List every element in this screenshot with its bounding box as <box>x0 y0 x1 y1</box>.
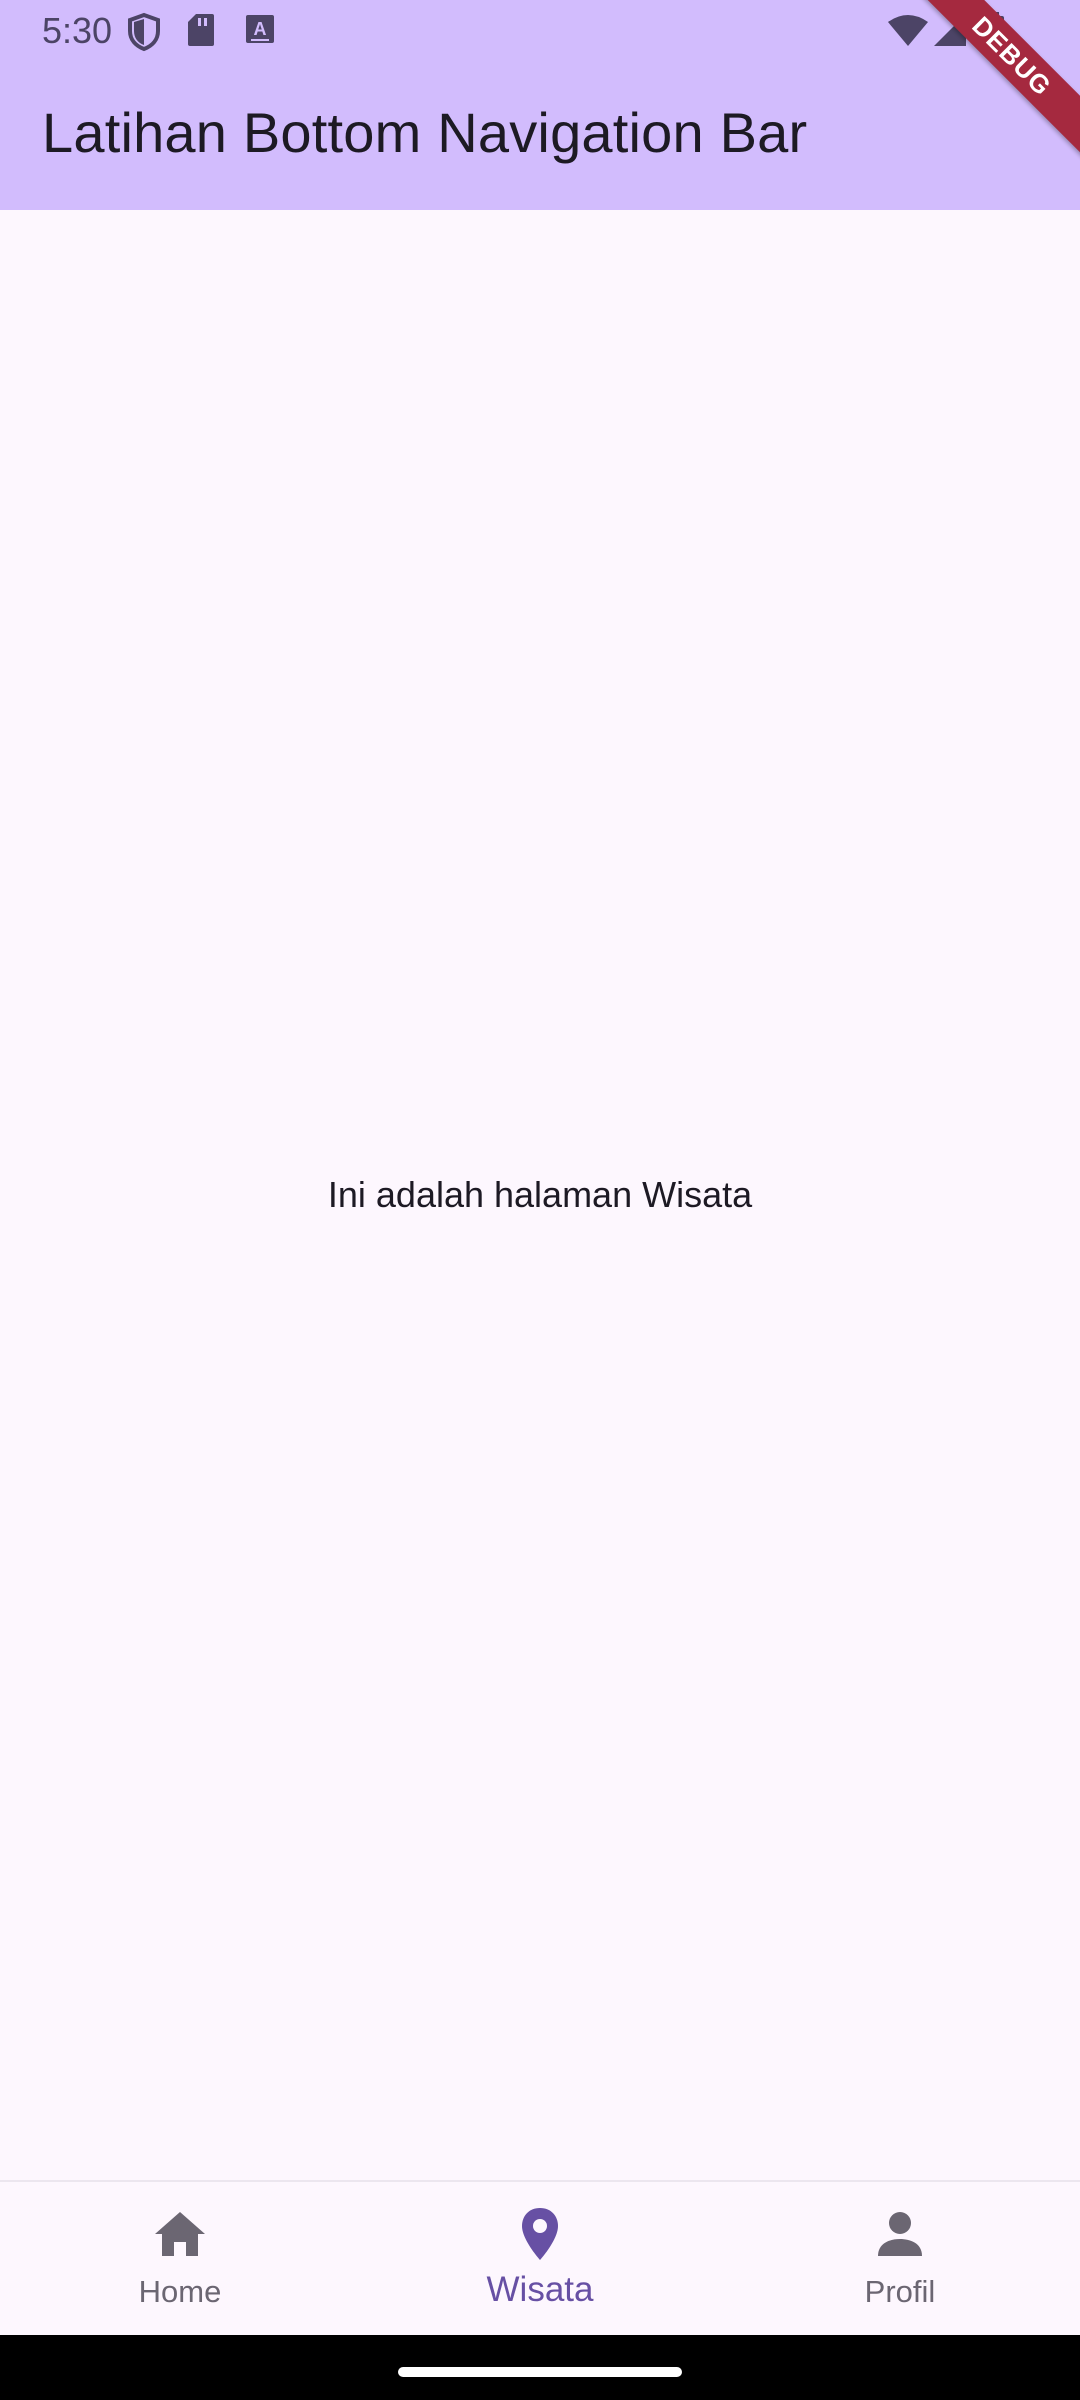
nav-item-profil[interactable]: Profil <box>720 2182 1080 2335</box>
status-time: 5:30 <box>42 10 113 51</box>
app-bar: 5:30 A Latihan Bottom Navigation Bar <box>0 0 1080 210</box>
nav-item-wisata[interactable]: Wisata <box>360 2182 720 2335</box>
main-content: Ini adalah halaman Wisata <box>0 210 1080 2180</box>
bottom-navigation-bar: Home Wisata Profil <box>0 2180 1080 2335</box>
wifi-icon <box>886 14 930 48</box>
shield-icon <box>126 12 162 52</box>
page-message: Ini adalah halaman Wisata <box>327 1174 753 1215</box>
app-screen: 5:30 A Latihan Bottom Navigation Bar DEB… <box>0 0 1080 2400</box>
system-gesture-bar <box>0 2335 1080 2400</box>
person-icon <box>876 2204 924 2264</box>
nav-item-home[interactable]: Home <box>0 2182 360 2335</box>
nav-label-wisata: Wisata <box>486 2270 594 2309</box>
page-title: Latihan Bottom Navigation Bar <box>42 101 808 164</box>
sd-card-icon <box>186 12 216 48</box>
home-gesture-handle[interactable] <box>398 2367 682 2377</box>
nav-label-profil: Profil <box>864 2274 936 2309</box>
keyboard-a-icon: A <box>244 12 276 48</box>
nav-label-home: Home <box>138 2274 222 2309</box>
location-pin-icon <box>520 2204 560 2264</box>
status-bar: 5:30 A <box>0 0 1080 64</box>
home-icon <box>153 2204 207 2264</box>
svg-text:A: A <box>254 19 267 39</box>
